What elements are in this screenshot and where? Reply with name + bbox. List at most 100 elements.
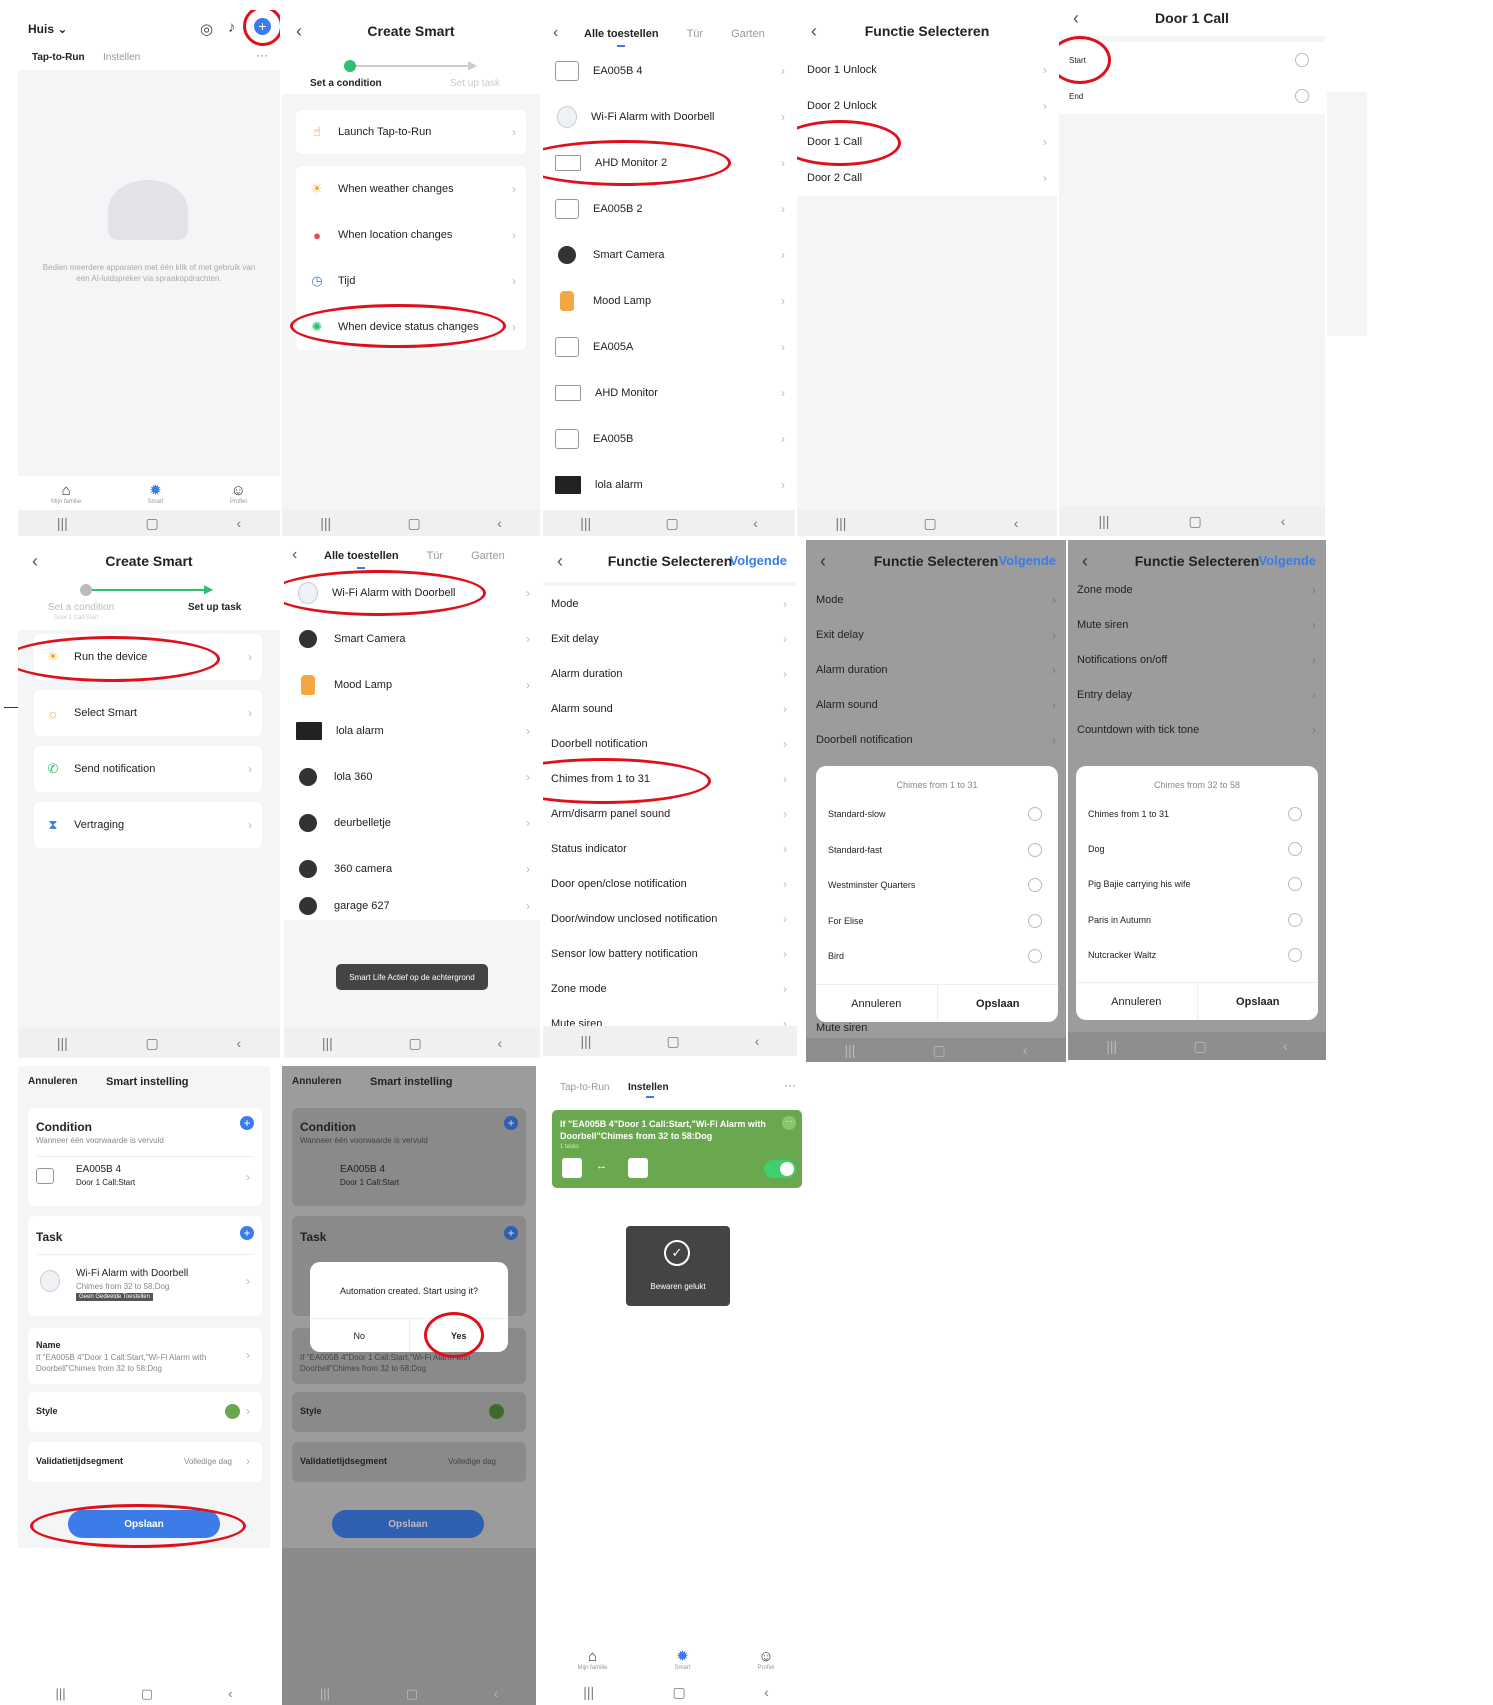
back-icon[interactable]: ‹ <box>811 21 817 42</box>
home-nav-icon[interactable]: ▢ <box>408 515 421 532</box>
tab-mijn-familie[interactable]: ⌂ Mijn familie <box>51 483 81 506</box>
cancel-button[interactable]: Annuleren <box>1076 983 1197 1020</box>
back-nav-icon[interactable]: ‹ <box>236 515 241 531</box>
home-nav-icon[interactable]: ▢ <box>666 515 679 532</box>
chime-option[interactable]: Pig Bajie carrying his wife <box>1088 872 1318 896</box>
function-row[interactable]: Door 2 Unlock › <box>797 88 1057 124</box>
add-task-button[interactable]: + <box>240 1226 254 1240</box>
function-row[interactable]: Mode › <box>543 586 797 621</box>
radio-button[interactable] <box>1288 948 1302 962</box>
device-row[interactable]: deurbelletje › <box>284 800 540 846</box>
next-button[interactable]: Volgende <box>998 553 1056 568</box>
tab-alle-toestellen[interactable]: Alle toestellen <box>324 550 399 569</box>
device-row[interactable]: lola alarm › <box>284 708 540 754</box>
name-card[interactable]: Name If "EA005B 4"Door 1 Call:Start,"Wi-… <box>28 1328 262 1384</box>
style-card[interactable]: Style › <box>28 1392 262 1432</box>
more-icon[interactable]: ··· <box>784 1078 796 1092</box>
device-row[interactable]: Smart Camera › <box>284 616 540 662</box>
chime-option[interactable]: Standard-slow <box>828 802 1058 826</box>
radio-button[interactable] <box>1028 914 1042 928</box>
function-row[interactable]: Exit delay › <box>543 621 797 656</box>
option-end[interactable]: End <box>1059 78 1325 114</box>
function-row[interactable]: Arm/disarm panel sound › <box>543 796 797 831</box>
chime-option[interactable]: Westminster Quarters <box>828 873 1058 897</box>
function-row[interactable]: Chimes from 1 to 31 › <box>543 761 797 796</box>
device-row[interactable]: Smart Camera › <box>543 232 795 278</box>
function-row[interactable]: Notifications on/off › <box>1068 642 1326 677</box>
back-nav-icon[interactable]: ‹ <box>497 515 502 531</box>
tab-tap-to-run[interactable]: Tap-to-Run <box>32 52 85 63</box>
function-row[interactable]: Doorbell notification › <box>543 726 797 761</box>
delay-row[interactable]: ⧗ Vertraging › <box>34 802 262 848</box>
function-row[interactable]: Sensor low battery notification › <box>543 936 797 971</box>
cancel-button[interactable]: Annuleren <box>292 1076 341 1087</box>
device-row[interactable]: Wi-Fi Alarm with Doorbell › <box>284 570 540 616</box>
card-send-notification[interactable]: ✆ Send notification › <box>34 746 262 792</box>
weather-row[interactable]: ☀ When weather changes › <box>296 166 526 212</box>
chime-option[interactable]: Bird <box>828 944 1058 968</box>
recents-icon[interactable]: ||| <box>322 1035 333 1051</box>
chime-option[interactable]: For Elise <box>828 909 1058 933</box>
device-row[interactable]: Wi-Fi Alarm with Doorbell › <box>543 94 795 140</box>
recents-icon[interactable]: ||| <box>583 1684 594 1700</box>
back-nav-icon[interactable]: ‹ <box>1283 1038 1288 1054</box>
back-icon[interactable]: ‹ <box>557 551 563 572</box>
home-nav-icon[interactable]: ▢ <box>146 515 159 532</box>
recents-icon[interactable]: ||| <box>836 515 847 531</box>
recents-icon[interactable]: ||| <box>320 1686 330 1701</box>
home-nav-icon[interactable]: ▢ <box>1194 1038 1207 1055</box>
recents-icon[interactable]: ||| <box>581 1033 592 1049</box>
select-smart-row[interactable]: ☼ Select Smart › <box>34 690 262 736</box>
home-nav-icon[interactable]: ▢ <box>666 1033 679 1050</box>
device-row[interactable]: Mood Lamp › <box>543 278 795 324</box>
tab-tap-to-run[interactable]: Tap-to-Run <box>560 1082 609 1093</box>
scan-icon[interactable]: ◎ <box>200 20 213 38</box>
radio-button[interactable] <box>1028 949 1042 963</box>
radio-button[interactable] <box>1028 878 1042 892</box>
back-icon[interactable]: ‹ <box>820 551 826 572</box>
radio-button[interactable] <box>1288 913 1302 927</box>
more-icon[interactable]: ··· <box>256 48 268 62</box>
chime-option[interactable]: Nutcracker Waltz <box>1088 943 1318 967</box>
device-row[interactable]: EA005B › <box>543 416 795 462</box>
recents-icon[interactable]: ||| <box>57 1035 68 1051</box>
back-nav-icon[interactable]: ‹ <box>764 1684 769 1700</box>
back-nav-icon[interactable]: ‹ <box>1023 1042 1028 1058</box>
chime-option[interactable]: Dog <box>1088 837 1318 861</box>
device-row[interactable]: EA005B 4 › <box>543 48 795 94</box>
chevron-right-icon[interactable]: › <box>246 1274 250 1288</box>
tab-garten[interactable]: Garten <box>471 550 505 562</box>
add-condition-button[interactable]: + <box>504 1116 518 1130</box>
validity-card[interactable]: Validatietijdsegment Volledige dag › <box>28 1442 262 1482</box>
card-run-device[interactable]: ☀ Run the device › <box>34 634 262 680</box>
function-row[interactable]: Zone mode › <box>1068 572 1326 607</box>
function-row[interactable]: Doorbell notification › <box>806 722 1066 757</box>
home-nav-icon[interactable]: ▢ <box>923 515 936 532</box>
back-nav-icon[interactable]: ‹ <box>753 515 758 531</box>
recents-icon[interactable]: ||| <box>845 1042 856 1058</box>
radio-button[interactable] <box>1295 53 1309 67</box>
card-delay[interactable]: ⧗ Vertraging › <box>34 802 262 848</box>
function-row[interactable]: Mute siren › <box>1068 607 1326 642</box>
recents-icon[interactable]: ||| <box>1099 513 1110 529</box>
back-icon[interactable]: ‹ <box>1073 8 1079 29</box>
back-icon[interactable]: ‹ <box>32 551 38 572</box>
smart-card[interactable]: If "EA005B 4"Door 1 Call:Start,"Wi-Fi Al… <box>552 1110 802 1188</box>
tab-smart[interactable]: ✹ Smart <box>674 1649 690 1672</box>
device-row[interactable]: 360 camera › <box>284 846 540 892</box>
tab-garten[interactable]: Garten <box>731 28 765 40</box>
function-row[interactable]: Door open/close notification › <box>543 866 797 901</box>
chevron-right-icon[interactable]: › <box>246 1170 250 1184</box>
recents-icon[interactable]: ||| <box>57 515 68 531</box>
back-nav-icon[interactable]: ‹ <box>236 1035 241 1051</box>
next-button[interactable]: Volgende <box>1258 553 1316 568</box>
save-button[interactable]: Opslaan <box>936 985 1059 1022</box>
option-start[interactable]: Start <box>1059 42 1325 78</box>
back-nav-icon[interactable]: ‹ <box>1281 513 1286 529</box>
add-condition-button[interactable]: + <box>240 1116 254 1130</box>
enable-toggle[interactable] <box>764 1160 796 1178</box>
device-row[interactable]: lola alarm › <box>543 462 795 508</box>
function-row[interactable]: Exit delay › <box>806 617 1066 652</box>
back-icon[interactable]: ‹ <box>553 24 558 42</box>
device-row[interactable]: Mood Lamp › <box>284 662 540 708</box>
